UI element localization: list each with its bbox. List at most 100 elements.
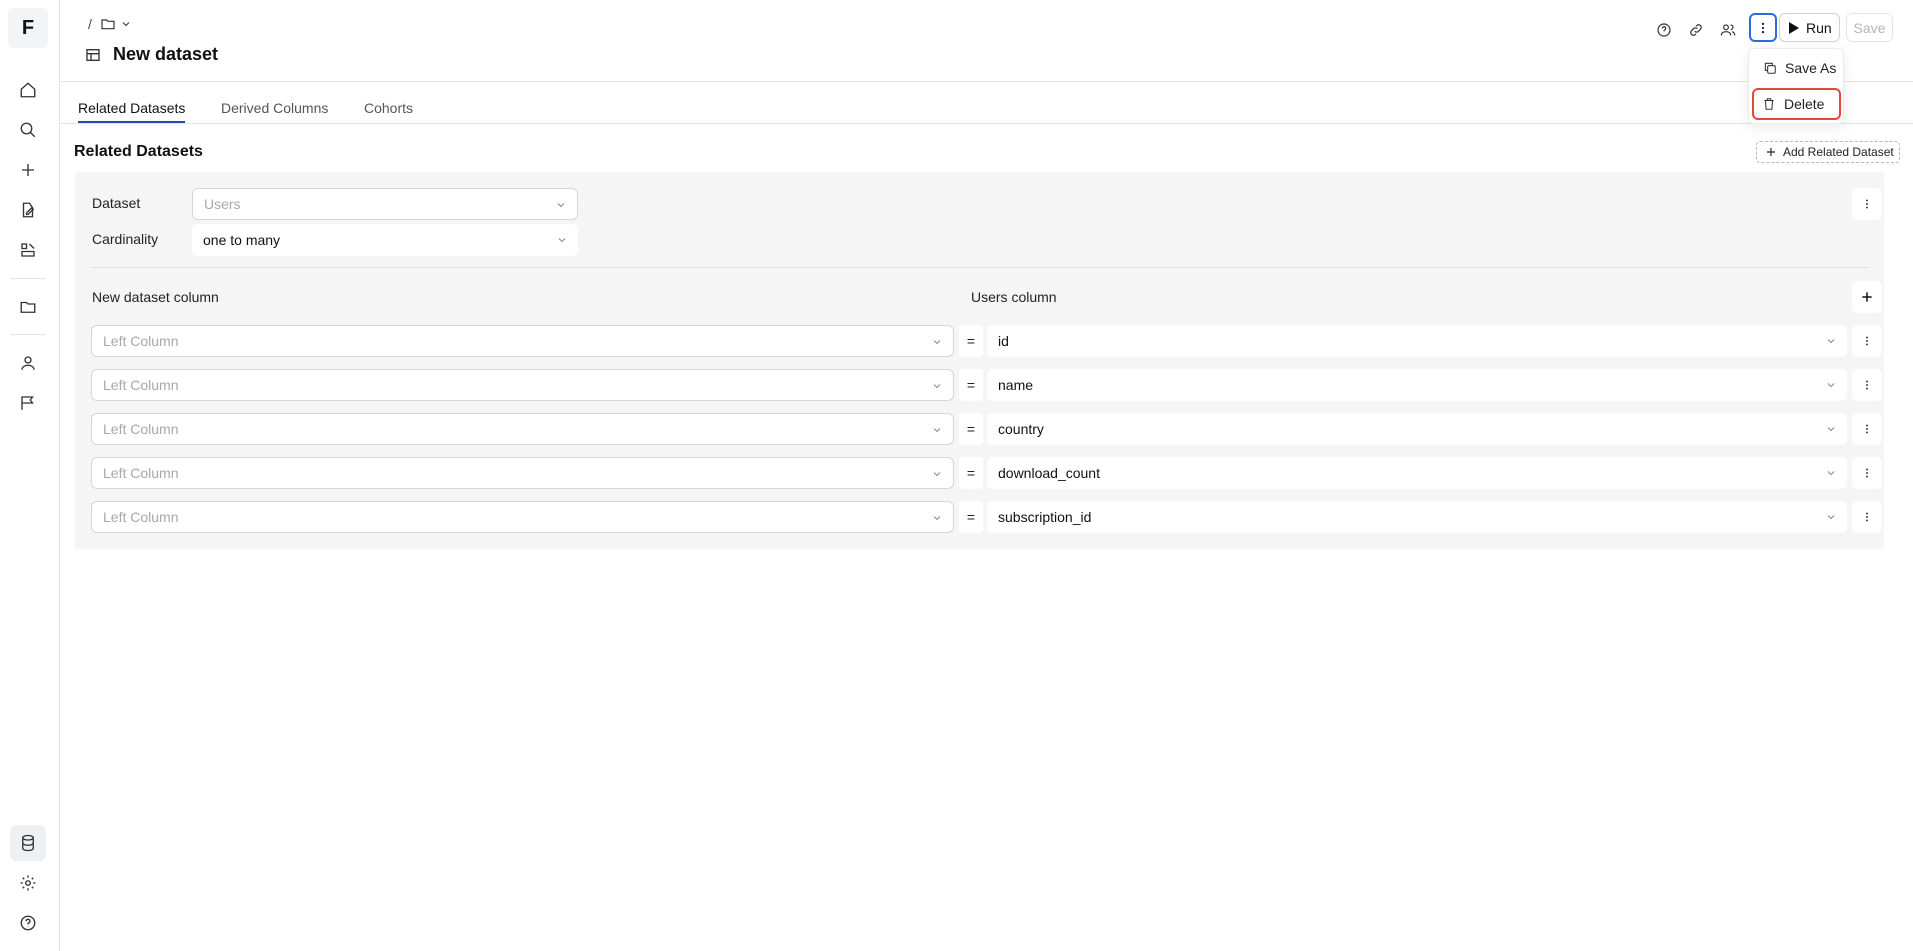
edit-doc-icon[interactable] [10, 192, 46, 228]
right-column-value: id [998, 333, 1009, 349]
left-column-select[interactable]: Left Column [91, 501, 954, 533]
right-column-value: name [998, 377, 1034, 393]
chevron-down-icon [1825, 423, 1837, 435]
dataset-table-icon [85, 47, 101, 63]
menu-item-delete[interactable]: Delete [1752, 88, 1841, 120]
chevron-down-icon [1825, 467, 1837, 479]
more-options-menu: Save As Delete [1748, 48, 1844, 124]
sidebar-divider [10, 334, 46, 335]
dataset-label: Dataset [92, 195, 141, 211]
sidebar: F [0, 0, 60, 951]
row-more-button[interactable] [1852, 325, 1882, 357]
tab-derived-columns[interactable]: Derived Columns [221, 100, 328, 123]
breadcrumb-separator: / [88, 16, 92, 32]
related-dataset-panel: Dataset Users Cardinality one to many Ne… [75, 172, 1884, 549]
right-column-value: download_count [998, 465, 1100, 481]
section-title: Related Datasets [74, 143, 203, 160]
equals-sign: = [959, 457, 983, 489]
row-more-button[interactable] [1852, 369, 1882, 401]
tab-cohorts[interactable]: Cohorts [364, 100, 413, 123]
chevron-down-icon [556, 234, 568, 246]
chevron-down-icon [931, 336, 943, 348]
chevron-down-icon [1825, 379, 1837, 391]
cardinality-label: Cardinality [92, 231, 159, 247]
cardinality-select[interactable]: one to many [192, 224, 578, 256]
row-more-button[interactable] [1852, 413, 1882, 445]
home-icon[interactable] [10, 72, 46, 108]
run-button[interactable]: Run [1779, 13, 1840, 42]
row-more-button[interactable] [1852, 457, 1882, 489]
right-column-value: country [998, 421, 1044, 437]
tab-related-datasets[interactable]: Related Datasets [78, 100, 186, 123]
user-icon[interactable] [10, 345, 46, 381]
menu-item-label: Delete [1784, 96, 1825, 112]
breadcrumb: / [88, 16, 132, 32]
right-column-select[interactable]: id [987, 325, 1847, 357]
row-more-button[interactable] [1852, 501, 1882, 533]
chevron-down-icon [1825, 335, 1837, 347]
left-column-placeholder: Left Column [103, 465, 179, 481]
right-column-select[interactable]: subscription_id [987, 501, 1847, 533]
users-icon[interactable] [1714, 16, 1742, 44]
left-column-placeholder: Left Column [103, 377, 179, 393]
trash-icon [1762, 97, 1776, 111]
equals-sign: = [959, 369, 983, 401]
left-column-placeholder: Left Column [103, 509, 179, 525]
folder-icon[interactable] [10, 289, 46, 325]
page-header: / New dataset Run Save [61, 0, 1913, 82]
equals-sign: = [959, 413, 983, 445]
left-column-placeholder: Left Column [103, 333, 179, 349]
chevron-down-icon[interactable] [120, 18, 132, 30]
right-column-select[interactable]: download_count [987, 457, 1847, 489]
help-icon[interactable] [1650, 16, 1678, 44]
chevron-down-icon [931, 512, 943, 524]
add-related-dataset-button[interactable]: Add Related Dataset [1756, 141, 1900, 163]
equals-sign: = [959, 325, 983, 357]
left-column-select[interactable]: Left Column [91, 457, 954, 489]
add-related-dataset-label: Add Related Dataset [1783, 145, 1894, 159]
help-icon[interactable] [10, 905, 46, 941]
panel-more-button[interactable] [1852, 188, 1882, 220]
more-options-button[interactable] [1749, 13, 1777, 42]
dataset-select-value: Users [204, 196, 241, 212]
search-icon[interactable] [10, 112, 46, 148]
plus-icon [1765, 146, 1777, 158]
title-row: New dataset [85, 44, 218, 65]
cardinality-select-value: one to many [203, 232, 281, 248]
chevron-down-icon [555, 199, 567, 211]
page-title: New dataset [113, 44, 219, 64]
right-column-select[interactable]: name [987, 369, 1847, 401]
chevron-down-icon [931, 424, 943, 436]
menu-item-save-as[interactable]: Save As [1755, 53, 1839, 83]
play-icon [1788, 21, 1800, 35]
left-column-select[interactable]: Left Column [91, 369, 954, 401]
dataset-select[interactable]: Users [192, 188, 578, 220]
right-column-value: subscription_id [998, 509, 1092, 525]
copy-icon [1763, 61, 1777, 75]
tab-bar: Related Datasets Derived Columns Cohorts [61, 82, 1913, 124]
equals-sign: = [959, 501, 983, 533]
run-label: Run [1806, 19, 1832, 36]
app-logo[interactable]: F [8, 8, 48, 48]
model-icon[interactable] [10, 232, 46, 268]
flag-icon[interactable] [10, 385, 46, 421]
divider [91, 267, 1869, 268]
chevron-down-icon [931, 380, 943, 392]
chevron-down-icon [1825, 511, 1837, 523]
menu-item-label: Save As [1785, 60, 1837, 76]
link-icon[interactable] [1682, 16, 1710, 44]
folder-icon[interactable] [100, 16, 116, 32]
right-column-header: Users column [971, 289, 1057, 305]
right-column-select[interactable]: country [987, 413, 1847, 445]
database-icon[interactable] [10, 825, 46, 861]
left-column-select[interactable]: Left Column [91, 325, 954, 357]
chevron-down-icon [931, 468, 943, 480]
gear-icon[interactable] [10, 865, 46, 901]
left-column-placeholder: Left Column [103, 421, 179, 437]
sidebar-divider [10, 278, 46, 279]
left-column-select[interactable]: Left Column [91, 413, 954, 445]
plus-icon[interactable] [10, 152, 46, 188]
save-button[interactable]: Save [1846, 13, 1893, 42]
left-column-header: New dataset column [92, 289, 219, 305]
add-column-button[interactable] [1852, 281, 1882, 313]
